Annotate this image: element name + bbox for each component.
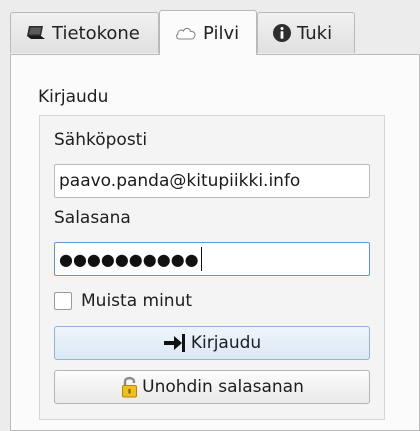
email-label: Sähköposti [54,130,148,150]
login-button-label: Kirjaudu [190,333,262,353]
cloud-icon [174,25,198,41]
tab-label: Tuki [297,22,333,44]
password-label: Salasana [54,208,131,228]
forgot-password-label: Unohdin salasanan [142,377,304,397]
password-mask: ●●●●●●●●●● [59,249,199,269]
text-caret [200,247,202,271]
tab-label: Tietokone [52,22,140,44]
remember-me-label: Muista minut [81,291,193,311]
email-value: paavo.panda@kitupiikki.info [59,171,301,191]
settings-window: Tietokone Pilvi Tuki Kirjaudu Sähköposti… [0,0,420,431]
login-arrow-icon [163,332,189,354]
tab-label: Pilvi [203,22,240,44]
forgot-password-button[interactable]: Unohdin salasanan [54,370,370,404]
remember-me-row[interactable]: Muista minut [54,291,192,311]
laptop-icon [25,24,47,42]
cloud-tab-panel: Kirjaudu Sähköposti paavo.panda@kitupiik… [10,54,420,431]
login-group-title: Kirjaudu [38,87,109,107]
login-group: Sähköposti paavo.panda@kitupiikki.info S… [39,115,385,420]
lock-icon [120,375,140,399]
tab-pilvi[interactable]: Pilvi [159,10,257,55]
login-button[interactable]: Kirjaudu [54,326,370,360]
remember-me-checkbox[interactable] [54,292,72,310]
tab-bar: Tietokone Pilvi Tuki [0,0,420,55]
tab-tuki[interactable]: Tuki [257,12,355,53]
info-icon [272,23,292,43]
email-field[interactable]: paavo.panda@kitupiikki.info [54,164,370,198]
tab-tietokone[interactable]: Tietokone [10,12,159,53]
password-field[interactable]: ●●●●●●●●●● [54,242,370,276]
